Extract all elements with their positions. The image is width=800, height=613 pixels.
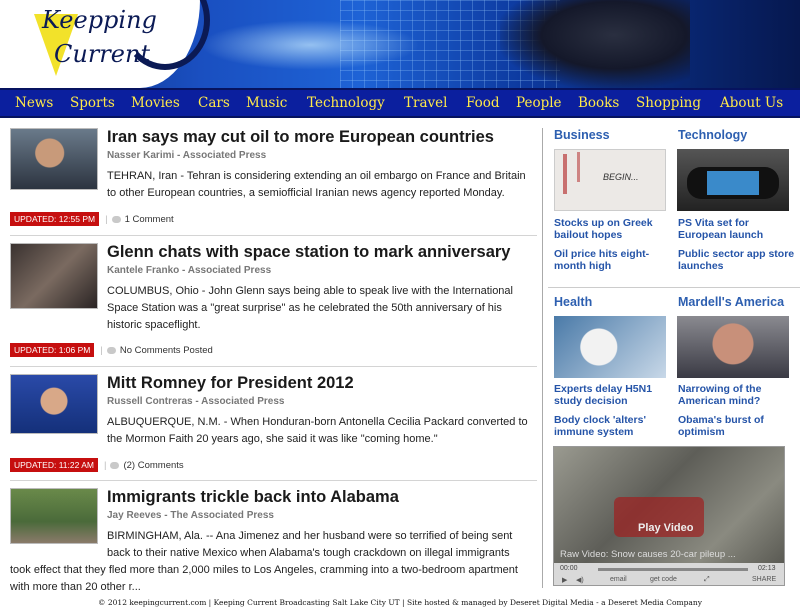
article-author: Russell Contreras - Associated Press xyxy=(107,396,285,407)
divider xyxy=(548,287,800,288)
column-divider xyxy=(542,128,543,588)
business-link-2[interactable]: Oil price hits eight-month high xyxy=(554,248,672,272)
fullscreen-icon[interactable]: ⤢ xyxy=(704,576,710,584)
video-progress-track[interactable] xyxy=(598,568,748,571)
video-time-elapsed: 00:00 xyxy=(560,565,578,572)
technology-link-1[interactable]: PS Vita set for European launch xyxy=(678,217,796,241)
comments-link[interactable]: (2) Comments xyxy=(123,460,183,471)
business-link-1[interactable]: Stocks up on Greek bailout hopes xyxy=(554,217,672,241)
business-image[interactable]: BEGIN... xyxy=(554,149,666,211)
article-summary-part1: BIRMINGHAM, Ala. -- Ana Jimenez and her … xyxy=(107,530,513,559)
article-item: Immigrants trickle back into Alabama Jay… xyxy=(10,488,540,593)
nav-books[interactable]: Books xyxy=(578,95,619,111)
email-button[interactable]: email xyxy=(610,576,627,583)
nav-sports[interactable]: Sports xyxy=(70,95,115,111)
divider xyxy=(10,366,537,367)
mardell-link-2[interactable]: Obama's burst of optimism xyxy=(678,414,796,438)
article-title[interactable]: Mitt Romney for President 2012 xyxy=(107,374,354,393)
comment-icon xyxy=(111,215,121,223)
volume-icon[interactable]: ◀) xyxy=(576,576,584,584)
technology-link-2[interactable]: Public sector app store launches xyxy=(678,248,796,272)
article-meta: UPDATED: 1:06 PM | No Comments Posted xyxy=(10,343,213,357)
section-title-business[interactable]: Business xyxy=(554,128,610,142)
video-time-total: 02:13 xyxy=(758,565,776,572)
divider xyxy=(10,235,537,236)
comments-link[interactable]: No Comments Posted xyxy=(120,345,213,356)
comments-link[interactable]: 1 Comment xyxy=(125,214,174,225)
health-link-1[interactable]: Experts delay H5N1 study decision xyxy=(554,383,672,407)
article-summary: COLUMBUS, Ohio - John Glenn says being a… xyxy=(107,285,513,331)
nav-news[interactable]: News xyxy=(15,95,53,111)
updated-badge: UPDATED: 11:22 AM xyxy=(10,458,98,472)
nav-about-us[interactable]: About Us xyxy=(720,95,783,111)
article-summary: TEHRAN, Iran - Tehran is considering ext… xyxy=(107,170,526,199)
article-item: Glenn chats with space station to mark a… xyxy=(10,243,540,357)
section-title-mardells-america[interactable]: Mardell's America xyxy=(678,295,784,309)
divider xyxy=(10,480,537,481)
article-title[interactable]: Iran says may cut oil to more European c… xyxy=(107,128,494,147)
footer: © 2012 keepingcurrent.com | Keeping Curr… xyxy=(98,598,702,607)
article-thumbnail[interactable] xyxy=(10,243,98,309)
technology-image[interactable] xyxy=(677,149,789,211)
video-controls: 00:00 02:13 ▶ ◀) email get code ⤢ SHARE xyxy=(554,563,784,585)
article-summary: ALBUQUERQUE, N.M. - When Honduran-born A… xyxy=(107,416,528,445)
section-title-technology[interactable]: Technology xyxy=(678,128,747,142)
nav-food[interactable]: Food xyxy=(466,95,500,111)
article-title[interactable]: Immigrants trickle back into Alabama xyxy=(107,488,399,507)
banner-figure-silhouette xyxy=(500,0,690,88)
updated-badge: UPDATED: 1:06 PM xyxy=(10,343,95,357)
mardell-link-1[interactable]: Narrowing of the American mind? xyxy=(678,383,796,407)
article-author: Kantele Franko - Associated Press xyxy=(107,265,272,276)
play-icon[interactable]: ▶ xyxy=(562,576,567,584)
article-thumbnail[interactable] xyxy=(10,128,98,190)
nav-technology[interactable]: Technology xyxy=(307,95,385,111)
article-item: Iran says may cut oil to more European c… xyxy=(10,128,540,228)
updated-badge: UPDATED: 12:55 PM xyxy=(10,212,100,226)
article-item: Mitt Romney for President 2012 Russell C… xyxy=(10,374,540,474)
section-title-health[interactable]: Health xyxy=(554,295,592,309)
business-image-text: BEGIN... xyxy=(603,172,639,182)
nav-cars[interactable]: Cars xyxy=(198,95,230,111)
video-caption: Raw Video: Snow causes 20-car pileup ... xyxy=(560,549,736,560)
mardell-image[interactable] xyxy=(677,316,789,378)
article-thumbnail[interactable] xyxy=(10,374,98,434)
header-banner: Keepping Current xyxy=(0,0,800,88)
nav-shopping[interactable]: Shopping xyxy=(636,95,701,111)
article-author: Nasser Karimi - Associated Press xyxy=(107,150,267,161)
health-image[interactable] xyxy=(554,316,666,378)
video-player[interactable]: Play Video Raw Video: Snow causes 20-car… xyxy=(553,446,785,586)
article-author: Jay Reeves - The Associated Press xyxy=(107,510,274,521)
nav-travel[interactable]: Travel xyxy=(404,95,447,111)
nav-movies[interactable]: Movies xyxy=(131,95,180,111)
banner-glow xyxy=(200,20,420,70)
nav-music[interactable]: Music xyxy=(246,95,287,111)
share-button[interactable]: SHARE xyxy=(752,576,776,583)
get-code-button[interactable]: get code xyxy=(650,576,677,583)
article-meta: UPDATED: 12:55 PM | 1 Comment xyxy=(10,212,174,226)
article-meta: UPDATED: 11:22 AM | (2) Comments xyxy=(10,458,184,472)
comment-icon xyxy=(106,346,116,354)
article-summary-part2: took effect that they fled more than 2,0… xyxy=(10,564,518,593)
main-nav: News Sports Movies Cars Music Technology… xyxy=(0,88,800,118)
comment-icon xyxy=(110,461,120,469)
article-thumbnail[interactable] xyxy=(10,488,98,544)
play-video-button[interactable]: Play Video xyxy=(638,522,693,534)
nav-people[interactable]: People xyxy=(516,95,562,111)
health-link-2[interactable]: Body clock 'alters' immune system xyxy=(554,414,672,438)
article-title[interactable]: Glenn chats with space station to mark a… xyxy=(107,243,510,262)
